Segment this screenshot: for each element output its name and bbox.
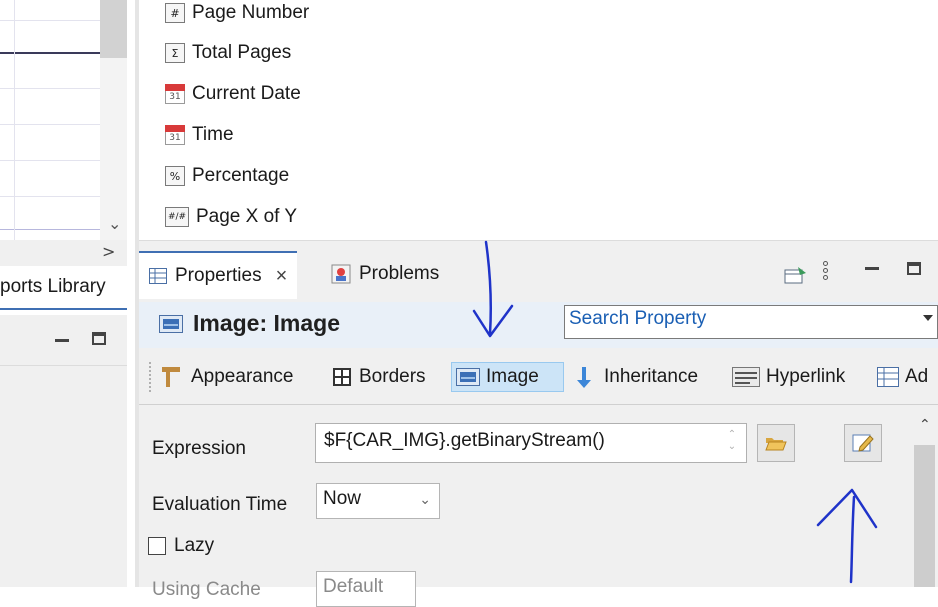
annotation-arrow-up — [816, 488, 878, 584]
annotation-overlay — [472, 240, 878, 584]
annotation-arrow-down — [472, 240, 514, 338]
